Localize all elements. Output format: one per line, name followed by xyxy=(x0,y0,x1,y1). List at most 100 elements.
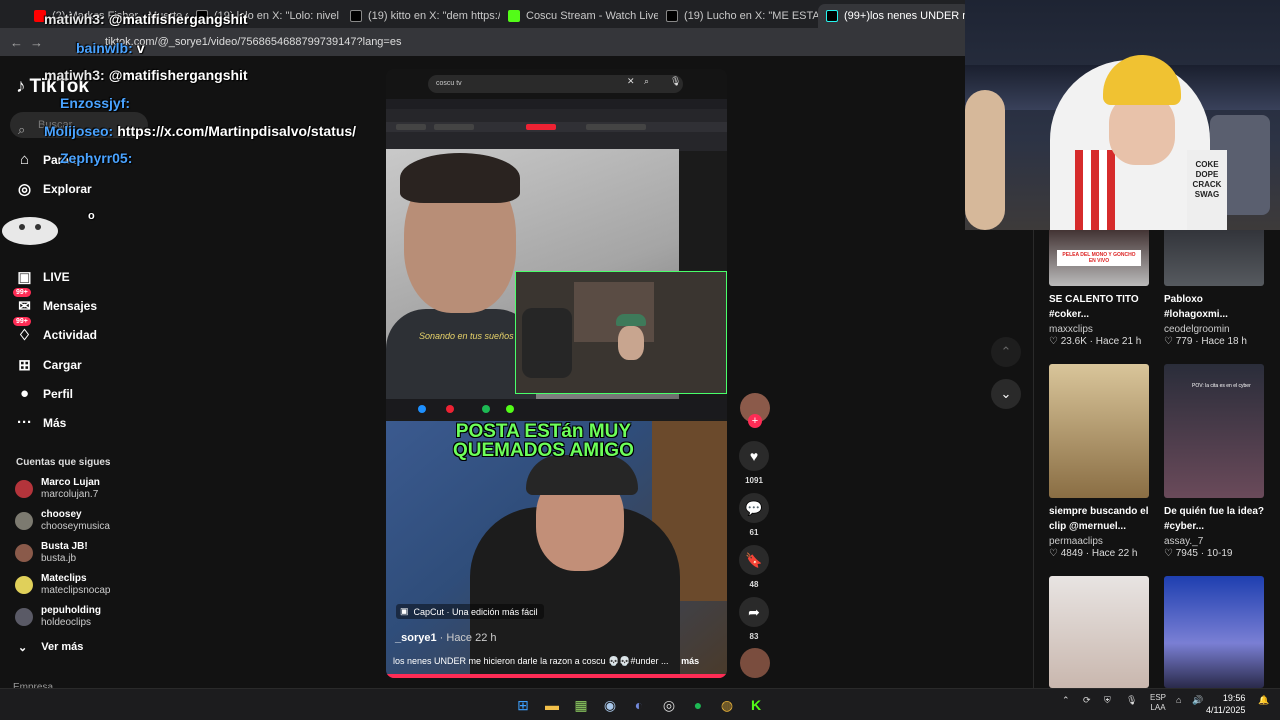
account-item[interactable]: Busta JB! busta.jb xyxy=(15,541,88,565)
bookmark-action[interactable]: 🔖 48 xyxy=(738,545,770,589)
account-name: Marco Lujan xyxy=(41,477,100,488)
notification-icon[interactable]: 🔔 xyxy=(1258,695,1269,706)
person-shirt xyxy=(386,309,536,401)
recommendation-card[interactable]: PELEA DEL MONO Y GONCHO EN VIVO SE CALEN… xyxy=(1049,226,1151,347)
account-item[interactable]: Mateclips mateclipsnocap xyxy=(15,573,110,597)
folder-icon[interactable]: ▬ xyxy=(541,694,563,716)
spreadsheet-icon[interactable]: ▦ xyxy=(570,694,592,716)
card-meta: ♡ 23.6K · Hace 21 h xyxy=(1049,336,1151,347)
music-avatar[interactable] xyxy=(740,648,770,678)
emote-icon xyxy=(2,217,58,245)
account-item[interactable]: pepuholding holdeoclips xyxy=(15,605,101,629)
mic-icon[interactable]: 🎙 xyxy=(1126,695,1137,706)
browser-tab-5[interactable]: (19) Lucho en X: "ME ESTA EMP... × xyxy=(658,4,818,28)
spotify-icon[interactable]: ● xyxy=(687,694,709,716)
like-action[interactable]: ♥ 1091 xyxy=(738,441,770,485)
taskbar-dot xyxy=(506,405,514,413)
recorded-tabs xyxy=(386,99,727,109)
network-icon[interactable]: ⌂ xyxy=(1176,695,1181,705)
share-action[interactable]: ➦ 83 xyxy=(738,597,770,641)
compass-icon: ◎ xyxy=(17,181,32,198)
heart-icon: ♥ xyxy=(739,441,769,471)
video-player[interactable]: coscu tv ✕ ⌕ 🎙 Sonando en tus sueños POS… xyxy=(386,69,727,678)
video-thumbnail xyxy=(1164,226,1264,286)
emote-body xyxy=(2,217,58,245)
more-button[interactable]: más xyxy=(681,656,699,666)
screen: (2) Markos Fisher - Muerte en in... × (1… xyxy=(0,0,1280,720)
forward-icon[interactable]: → xyxy=(30,35,43,50)
nav-live[interactable]: ▣ LIVE xyxy=(16,268,70,286)
url-field[interactable]: tiktok.com/@_sorye1/video/75686546887997… xyxy=(105,36,401,48)
video-thumbnail xyxy=(1164,576,1264,688)
account-item[interactable]: Marco Lujan marcolujan.7 xyxy=(15,477,100,501)
nav-cargar[interactable]: ⊞ Cargar xyxy=(16,356,82,374)
see-more-label: Ver más xyxy=(41,641,84,653)
browser-tab-4[interactable]: Coscu Stream - Watch Live on K... × xyxy=(500,4,658,28)
video-progress-bar[interactable] xyxy=(386,674,727,678)
video-description: los nenes UNDER me hicieron darle la raz… xyxy=(393,656,699,667)
recommendation-card[interactable]: POV: la cita es en el cyber De quién fue… xyxy=(1164,364,1266,559)
video-author[interactable]: _sorye1 · Hace 22 h xyxy=(395,632,497,644)
person-face xyxy=(1109,95,1175,165)
emote-eye xyxy=(19,224,25,230)
nav-mensajes[interactable]: ✉ 99+ Mensajes xyxy=(13,288,98,315)
kick-icon[interactable]: K xyxy=(745,694,767,716)
nav-label: Mensajes xyxy=(43,299,98,313)
avatar xyxy=(15,576,33,594)
capcut-badge[interactable]: ▣ CapCut · Una edición más fácil xyxy=(396,604,544,619)
tray-icon[interactable]: ⟳ xyxy=(1083,695,1091,706)
card-user: maxxclips xyxy=(1049,324,1093,335)
search-icon: ⌕ xyxy=(18,122,26,137)
nav-label: Cargar xyxy=(43,358,82,372)
nav-label: Perfil xyxy=(43,386,74,401)
windows-icon[interactable]: ⊞ xyxy=(512,694,534,716)
x-icon xyxy=(666,10,678,22)
chat-user: Enzossjyf: xyxy=(60,95,131,111)
avatar xyxy=(15,544,33,562)
card-time: · 10-19 xyxy=(1200,548,1233,559)
follow-plus-button[interactable]: + xyxy=(748,414,762,428)
avatar xyxy=(15,608,33,626)
chevron-down-icon[interactable]: ⌄ xyxy=(991,379,1021,409)
card-likes: ♡ 7945 xyxy=(1164,548,1198,559)
chat-text: https://x.com/Martinpdisalvo/status/ xyxy=(117,123,357,139)
chevron-up-icon[interactable]: ⌃ xyxy=(991,337,1021,367)
nav-label: LIVE xyxy=(43,270,70,284)
comment-action[interactable]: 💬 61 xyxy=(738,493,770,537)
recommendation-card[interactable]: siempre buscando el clip @mernuel... per… xyxy=(1049,364,1151,559)
nav-mas[interactable]: ··· Más xyxy=(16,414,66,431)
lang-layout: LAA xyxy=(1150,703,1166,712)
volume-icon[interactable]: 🔊 xyxy=(1192,695,1203,706)
chat-message: Molijoseo: https://x.com/Martinpdisalvo/s… xyxy=(44,123,356,139)
clock[interactable]: 19:56 4/11/2025 xyxy=(1206,692,1245,716)
chrome-icon[interactable]: ◍ xyxy=(716,694,738,716)
account-handle: mateclipsnocap xyxy=(41,585,111,596)
language-indicator[interactable]: ESP LAA xyxy=(1150,693,1166,713)
steam-icon[interactable]: ◉ xyxy=(599,694,621,716)
mic-icon: 🎙 xyxy=(670,76,682,86)
nav-perfil[interactable]: ● Perfil xyxy=(16,385,73,402)
recommendation-card[interactable]: Pabloxo #lohagoxmi... ceodelgroomin ♡ 77… xyxy=(1164,226,1266,347)
browser-tab-6[interactable]: (99+)los nenes UNDER me hici... × xyxy=(818,4,970,28)
nav-explorar[interactable]: ◎ Explorar xyxy=(16,180,92,198)
discord-icon[interactable]: ◐ xyxy=(628,694,650,716)
tray-icon[interactable]: ⛨ xyxy=(1104,695,1111,706)
chat-user: matiwh3: xyxy=(44,67,105,83)
recommendation-card[interactable] xyxy=(1164,576,1266,688)
account-item[interactable]: choosey chooseymusica xyxy=(15,509,110,533)
search-icon: ⌕ xyxy=(644,76,650,86)
chat-text: @matifishergangshit xyxy=(108,11,248,27)
author-name: _sorye1 xyxy=(395,632,437,644)
recommendation-card[interactable] xyxy=(1049,576,1151,688)
capcut-icon: ▣ xyxy=(400,606,409,616)
browser-tab-3[interactable]: (19) kitto en X: "dem https://t.c... × xyxy=(342,4,500,28)
chevron-up-icon[interactable]: ⌃ xyxy=(1062,695,1070,706)
see-more-button[interactable]: ⌄ Ver más xyxy=(18,641,83,654)
emote-eye xyxy=(35,224,41,230)
comment-count: 61 xyxy=(749,528,759,537)
nav-actividad[interactable]: ♢ 99+ Actividad xyxy=(13,317,97,344)
notification-badge: 99+ xyxy=(13,288,31,297)
share-count: 83 xyxy=(749,632,759,641)
back-icon[interactable]: ← xyxy=(10,35,23,50)
obs-icon[interactable]: ◎ xyxy=(658,694,680,716)
